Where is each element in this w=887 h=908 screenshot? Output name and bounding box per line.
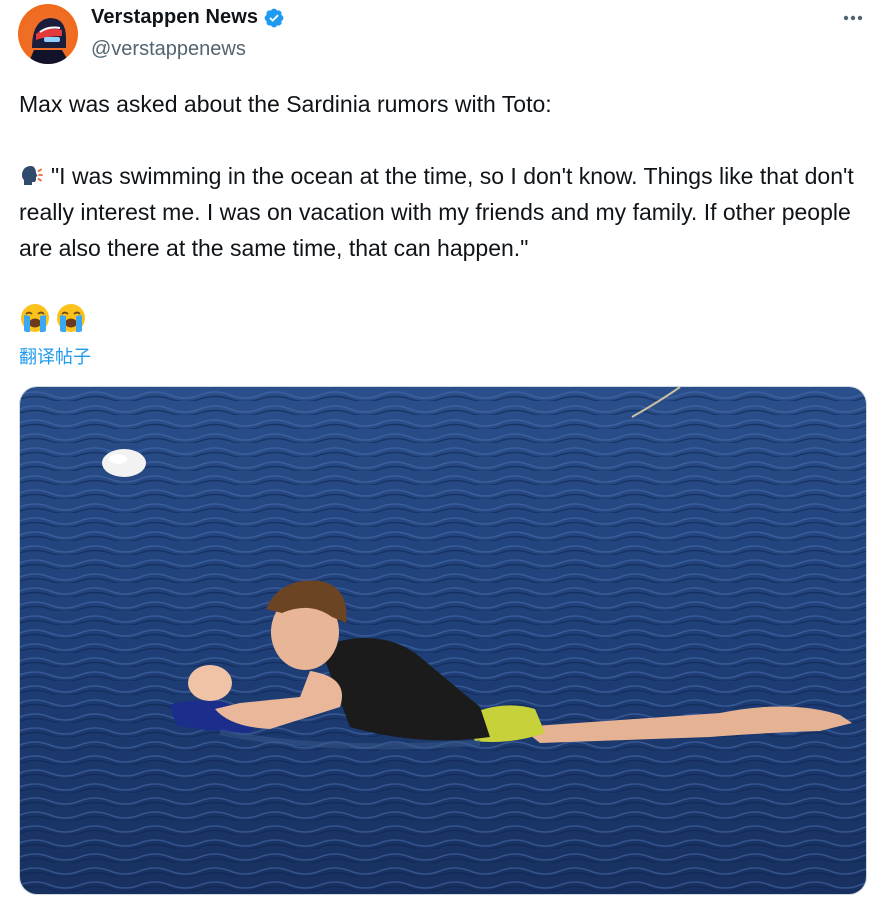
racing-helmet-avatar-icon: [18, 4, 78, 64]
loudly-crying-face-emoji-icon: [57, 304, 85, 332]
more-button[interactable]: [837, 2, 869, 34]
verified-badge-icon[interactable]: [263, 7, 285, 29]
translate-post-link[interactable]: 翻译帖子: [19, 343, 91, 369]
more-horizontal-icon: [843, 15, 863, 21]
speaking-head-emoji-icon: [22, 166, 43, 185]
avatar[interactable]: [18, 4, 78, 64]
post-quote: "I was swimming in the ocean at the time…: [19, 163, 861, 261]
display-name[interactable]: Verstappen News: [91, 6, 258, 29]
author-handle[interactable]: @verstappenews: [91, 38, 246, 61]
post-line1: Max was asked about the Sardinia rumors …: [19, 91, 552, 117]
sea-photo-illustration: [20, 387, 866, 894]
post-photo[interactable]: [19, 386, 867, 895]
loudly-crying-face-emoji-icon: [21, 304, 49, 332]
reaction-emoji-row: [19, 302, 87, 334]
post-text: Max was asked about the Sardinia rumors …: [19, 86, 869, 266]
post-quote-block: "I was swimming in the ocean at the time…: [19, 158, 869, 266]
author-name-row: Verstappen News: [91, 6, 285, 29]
